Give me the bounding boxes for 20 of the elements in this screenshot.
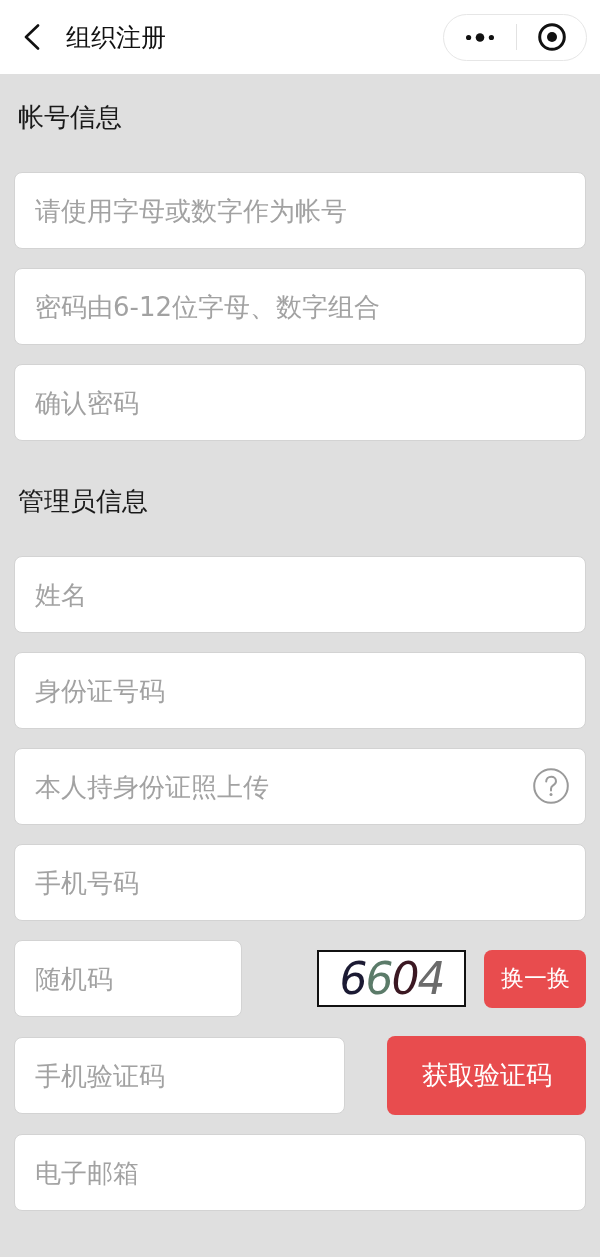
input-field[interactable]: 密码由6-12位字母、数字组合	[14, 268, 586, 345]
input-field[interactable]: 手机号码	[14, 844, 586, 921]
upload-field[interactable]: 本人持身份证照上传	[14, 748, 586, 825]
input-field[interactable]: 请使用字母或数字作为帐号	[14, 172, 586, 249]
input-field[interactable]: 确认密码	[14, 364, 586, 441]
get-code-button[interactable]: 获取验证码	[387, 1036, 586, 1115]
page-title: 组织注册	[66, 21, 166, 54]
captcha-image: 6604	[317, 950, 466, 1007]
captcha-input-field[interactable]: 随机码	[14, 940, 242, 1017]
input-field[interactable]: 姓名	[14, 556, 586, 633]
section-heading: 管理员信息	[18, 486, 148, 516]
ring-dot-icon[interactable]	[538, 23, 566, 51]
input-field[interactable]: 电子邮箱	[14, 1134, 586, 1211]
input-field[interactable]: 身份证号码	[14, 652, 586, 729]
section-heading: 帐号信息	[18, 102, 122, 132]
help-icon[interactable]	[533, 768, 569, 804]
sms-code-field[interactable]: 手机验证码	[14, 1037, 345, 1114]
back-icon[interactable]	[24, 24, 40, 50]
refresh-captcha-button[interactable]: 换一换	[484, 949, 586, 1008]
more-icon[interactable]	[466, 32, 494, 42]
